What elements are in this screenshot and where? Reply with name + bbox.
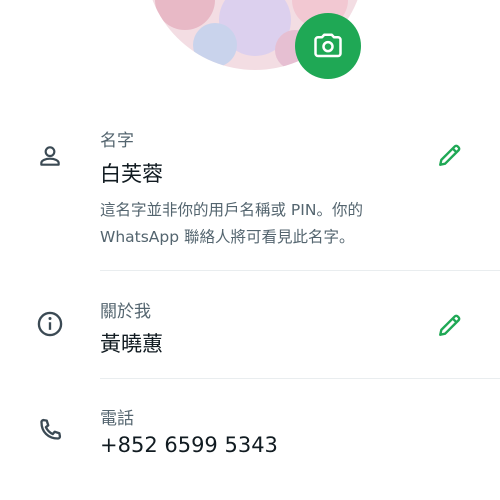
about-section[interactable]: 關於我 黃曉蕙 bbox=[0, 295, 500, 375]
profile-page: 名字 白芙蓉 這名字並非你的用戶名稱或 PIN。你的 WhatsApp 聯絡人將… bbox=[0, 0, 500, 500]
phone-section: 電話 +852 6599 5343 bbox=[0, 402, 500, 482]
divider bbox=[100, 378, 500, 379]
camera-icon bbox=[314, 33, 342, 58]
person-icon bbox=[36, 142, 64, 170]
about-label: 關於我 bbox=[100, 302, 151, 322]
name-label: 名字 bbox=[100, 131, 134, 151]
edit-name-button[interactable] bbox=[436, 141, 464, 169]
pencil-icon bbox=[439, 314, 461, 336]
pencil-icon bbox=[439, 144, 461, 166]
info-icon bbox=[36, 310, 64, 338]
divider bbox=[100, 270, 500, 271]
about-value: 黃曉蕙 bbox=[100, 332, 163, 356]
name-section[interactable]: 名字 白芙蓉 這名字並非你的用戶名稱或 PIN。你的 WhatsApp 聯絡人將… bbox=[0, 120, 500, 270]
name-help-text: 這名字並非你的用戶名稱或 PIN。你的 WhatsApp 聯絡人將可看見此名字。 bbox=[100, 201, 363, 246]
phone-icon bbox=[36, 416, 64, 444]
phone-value: +852 6599 5343 bbox=[100, 433, 278, 457]
edit-about-button[interactable] bbox=[436, 311, 464, 339]
name-value: 白芙蓉 bbox=[100, 162, 163, 186]
change-photo-button[interactable] bbox=[295, 13, 361, 79]
phone-label: 電話 bbox=[100, 409, 134, 429]
